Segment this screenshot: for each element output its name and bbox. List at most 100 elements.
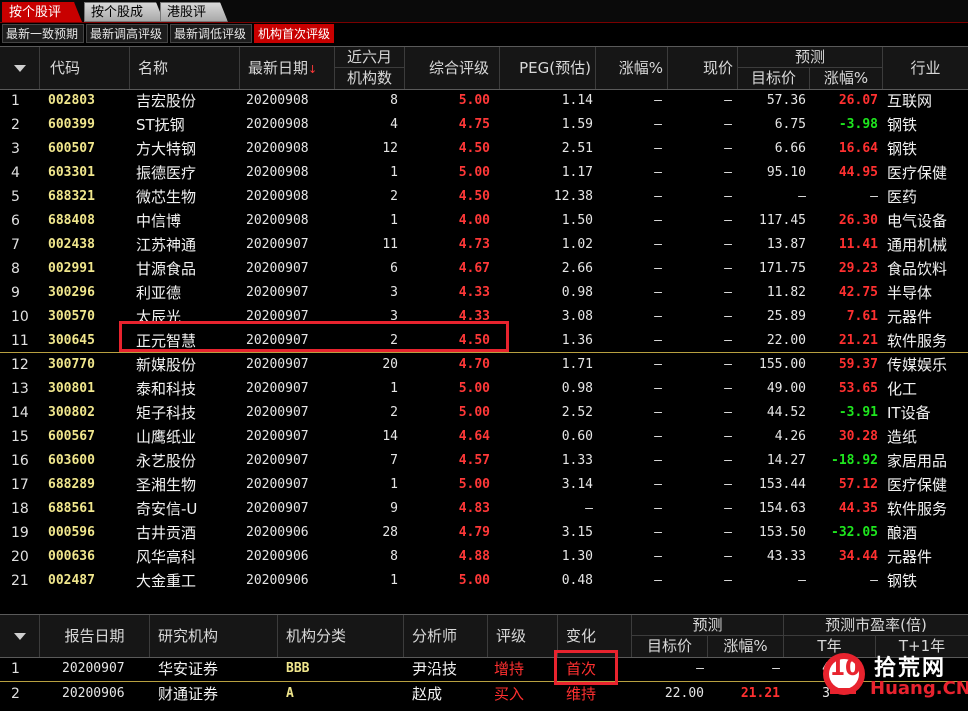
col-code[interactable]: 代码 <box>40 47 130 89</box>
dropdown-arrow-icon <box>14 633 26 640</box>
cell-idx: 4 <box>11 165 20 181</box>
table-row[interactable]: 2 600399 ST抚钢 20200908 4 4.75 1.59 – – 6.75 -3.98 钢… <box>0 113 968 137</box>
cell-change: – <box>654 525 662 540</box>
tab-latest-consensus[interactable]: 最新一致预期 <box>2 24 84 43</box>
table-row[interactable]: 8 002991 甘源食品 20200907 6 4.67 2.66 – – 171.75 29.2… <box>0 257 968 281</box>
cell-peg: 1.17 <box>561 165 593 180</box>
col-price[interactable]: 现价 <box>668 47 738 89</box>
cell-inst: 3 <box>390 285 398 300</box>
col-report-date[interactable]: 报告日期 <box>40 615 150 657</box>
cell-price: – <box>724 165 732 180</box>
tab-hk-rating[interactable]: 港股评级 <box>160 2 228 22</box>
cell-idx: 11 <box>11 333 29 349</box>
col-inst-class[interactable]: 机构分类 <box>278 615 404 657</box>
table-row[interactable]: 16 603600 永艺股份 20200907 7 4.57 1.33 – – 14.27 -18.… <box>0 449 968 473</box>
table-row[interactable]: 15 600567 山鹰纸业 20200907 14 4.64 0.60 – – 4.26 30.2… <box>0 425 968 449</box>
table-row[interactable]: 6 688408 中信博 20200908 1 4.00 1.50 – – 117.45 26.30… <box>0 209 968 233</box>
cell-target: 154.63 <box>759 501 806 516</box>
col-analyst[interactable]: 分析师 <box>404 615 488 657</box>
cell-name: 大金重工 <box>136 572 197 590</box>
cell-fchange: 16.64 <box>838 141 878 156</box>
table-row[interactable]: 20 000636 风华高科 20200906 8 4.88 1.30 – – 43.33 34.4… <box>0 545 968 569</box>
cell-rating: 4.00 <box>458 213 490 228</box>
cell-name: 方大特钢 <box>136 140 197 158</box>
tab-latest-upgrade[interactable]: 最新调高评级 <box>86 24 168 43</box>
table-row[interactable]: 7 002438 江苏神通 20200907 11 4.73 1.02 – – 13.87 11.4… <box>0 233 968 257</box>
col-date[interactable]: 最新日期↓ <box>240 47 335 89</box>
cell-price: – <box>724 405 732 420</box>
tab-stock-growth[interactable]: 按个股成长 <box>84 2 164 22</box>
forecast-group-label: 预测 <box>738 47 882 68</box>
col-institution[interactable]: 研究机构 <box>150 615 278 657</box>
tab-stock-rating[interactable]: 按个股评级 <box>2 2 82 22</box>
cell-inst: 7 <box>390 453 398 468</box>
col-name[interactable]: 名称 <box>130 47 240 89</box>
col-target[interactable]: 目标价 <box>738 68 810 89</box>
col-change[interactable]: 涨幅% <box>596 47 668 89</box>
table-row[interactable]: 1 002803 吉宏股份 20200908 8 5.00 1.14 – – 57.36 26.07… <box>0 89 968 113</box>
cell-inst: 8 <box>390 93 398 108</box>
col-forecast-change[interactable]: 涨幅% <box>810 68 882 89</box>
table-row[interactable]: 5 688321 微芯生物 20200908 2 4.50 12.38– – – – 医药 <box>0 185 968 209</box>
cell-code: 600507 <box>48 141 95 156</box>
table-row[interactable]: 9 300296 利亚德 20200907 3 4.33 0.98 – – 11.82 42.75 半… <box>0 281 968 305</box>
cell-idx: 9 <box>11 285 20 301</box>
cell-code: 002803 <box>48 93 95 108</box>
cell-fchange: – <box>870 189 878 204</box>
cell-price: – <box>724 501 732 516</box>
tab-latest-downgrade[interactable]: 最新调低评级 <box>170 24 252 43</box>
cell-rating: 5.00 <box>458 165 490 180</box>
table-row[interactable]: 3 600507 方大特钢 20200908 12 4.50 2.51 – – 6.66 16.64… <box>0 137 968 161</box>
cell-inst: 2 <box>390 405 398 420</box>
cell-name: 中信博 <box>136 212 182 230</box>
cell-date: 20200907 <box>246 357 309 372</box>
detail-cell-institution: 财通证券 <box>158 685 219 703</box>
detail-cell-change: 维持 <box>566 685 597 703</box>
cell-rating: 4.67 <box>458 261 490 276</box>
cell-target: 4.26 <box>774 429 806 444</box>
detail-cell-rating: 买入 <box>494 685 525 703</box>
cell-change: – <box>654 549 662 564</box>
tab-first-rating[interactable]: 机构首次评级 <box>254 24 334 43</box>
cell-fchange: 44.95 <box>838 165 878 180</box>
cell-code: 000596 <box>48 525 95 540</box>
detail-menu-button[interactable] <box>0 615 40 657</box>
table-row[interactable]: 18 688561 奇安信-U 20200907 9 4.83 – – – 154.63 44.35… <box>0 497 968 521</box>
detail-cell-class: BBB <box>286 661 310 676</box>
cell-target: 95.10 <box>766 165 806 180</box>
cell-change: – <box>654 237 662 252</box>
cell-date: 20200908 <box>246 189 309 204</box>
watermark-logo: 10 拾荒网 Huang.CN <box>820 644 968 707</box>
cell-fchange: -3.98 <box>838 117 878 132</box>
table-row[interactable]: 4 603301 振德医疗 20200908 1 5.00 1.17 – – 95.10 44.95… <box>0 161 968 185</box>
col-institutions[interactable]: 近六月 机构数 <box>335 47 405 89</box>
cell-industry: 软件服务 <box>887 332 948 350</box>
cell-peg: 1.50 <box>561 213 593 228</box>
table-row[interactable]: 12 300770 新媒股份 20200907 20 4.70 1.71 – – 155.00 59… <box>0 353 968 377</box>
col-detail-rating[interactable]: 评级 <box>488 615 558 657</box>
table-row[interactable]: 21 002487 大金重工 20200906 1 5.00 0.48– – – – 钢铁 <box>0 569 968 593</box>
table-header: 代码 名称 最新日期↓ 近六月 机构数 综合评级 PEG(预估) 涨幅% 现价 … <box>0 46 968 90</box>
table-row[interactable]: 19 000596 古井贡酒 20200906 28 4.79 3.15 – – 153.50 -3… <box>0 521 968 545</box>
cell-peg: – <box>585 501 593 516</box>
col-peg[interactable]: PEG(预估) <box>500 47 596 89</box>
cell-inst: 1 <box>390 213 398 228</box>
cell-industry: 钢铁 <box>887 572 918 590</box>
col-detail-target[interactable]: 目标价 <box>632 636 708 657</box>
table-row[interactable]: 17 688289 圣湘生物 20200907 1 5.00 3.14 – – 153.44 57.… <box>0 473 968 497</box>
col-industry[interactable]: 行业 <box>883 47 968 89</box>
cell-target: 153.44 <box>759 477 806 492</box>
cell-name: 奇安信-U <box>136 500 198 518</box>
col-detail-fchange[interactable]: 涨幅% <box>708 636 783 657</box>
cell-peg: 2.66 <box>561 261 593 276</box>
cell-change: – <box>654 261 662 276</box>
cell-change: – <box>654 285 662 300</box>
cell-target: 13.87 <box>766 237 806 252</box>
column-menu-button[interactable] <box>0 47 40 89</box>
table-row[interactable]: 14 300802 矩子科技 20200907 2 5.00 2.52 – – 44.52 -3.9… <box>0 401 968 425</box>
col-rating[interactable]: 综合评级 <box>405 47 500 89</box>
watermark-number: 10 <box>829 656 861 681</box>
cell-price: – <box>724 453 732 468</box>
table-row[interactable]: 13 300801 泰和科技 20200907 1 5.00 0.98 – – 49.00 53.6… <box>0 377 968 401</box>
cell-date: 20200908 <box>246 93 309 108</box>
